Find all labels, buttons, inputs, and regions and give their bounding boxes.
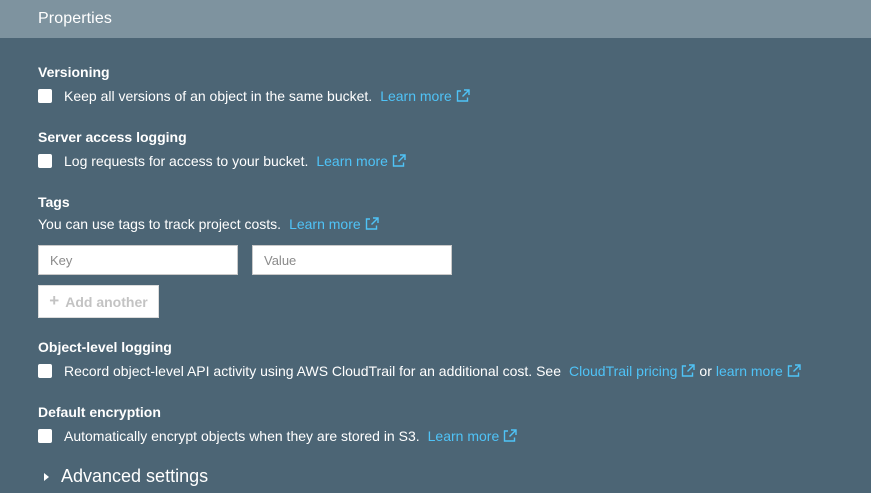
- tags-learn-more-link[interactable]: Learn more: [289, 216, 379, 232]
- server-access-logging-row: Log requests for access to your bucket. …: [38, 153, 406, 169]
- external-link-icon: [503, 429, 517, 442]
- external-link-icon: [787, 364, 801, 377]
- tag-value-input[interactable]: [252, 245, 452, 275]
- advanced-settings-toggle[interactable]: Advanced settings: [38, 466, 208, 487]
- object-level-logging-learn-more-label: learn more: [715, 363, 783, 379]
- tags-description: You can use tags to track project costs.: [38, 216, 282, 232]
- server-access-logging-title: Server access logging: [38, 129, 187, 145]
- object-level-logging-learn-more-link[interactable]: learn more: [716, 363, 801, 379]
- external-link-icon: [681, 364, 696, 377]
- versioning-learn-more-label: Learn more: [380, 88, 452, 104]
- cloudtrail-pricing-label: CloudTrail pricing: [568, 363, 678, 379]
- page-title: Properties: [38, 9, 112, 27]
- versioning-text: Keep all versions of an object in the sa…: [64, 88, 373, 104]
- plus-icon: +: [49, 290, 60, 310]
- server-access-logging-checkbox[interactable]: [38, 154, 52, 168]
- tags-learn-more-label: Learn more: [289, 216, 361, 232]
- default-encryption-checkbox[interactable]: [38, 429, 52, 443]
- tags-title: Tags: [38, 194, 70, 210]
- server-access-logging-text: Log requests for access to your bucket.: [64, 153, 309, 169]
- versioning-title: Versioning: [38, 64, 110, 80]
- default-encryption-title: Default encryption: [38, 404, 161, 420]
- object-level-logging-row: Record object-level API activity using A…: [38, 363, 801, 379]
- external-link-icon: [456, 89, 470, 102]
- tags-description-row: You can use tags to track project costs.…: [38, 216, 379, 232]
- versioning-learn-more-link[interactable]: Learn more: [380, 88, 470, 104]
- versioning-row: Keep all versions of an object in the sa…: [38, 88, 470, 104]
- advanced-settings-label: Advanced settings: [61, 466, 209, 486]
- object-level-logging-checkbox[interactable]: [38, 364, 52, 378]
- server-access-logging-learn-more-link[interactable]: Learn more: [316, 153, 406, 169]
- tag-key-input[interactable]: [38, 245, 238, 275]
- external-link-icon: [365, 217, 379, 230]
- default-encryption-learn-more-label: Learn more: [427, 428, 500, 444]
- or-text: or: [699, 363, 712, 379]
- object-level-logging-title: Object-level logging: [38, 339, 172, 355]
- default-encryption-text: Automatically encrypt objects when they …: [64, 428, 420, 444]
- default-encryption-learn-more-link[interactable]: Learn more: [428, 428, 518, 444]
- caret-right-icon: [44, 472, 49, 481]
- cloudtrail-pricing-link[interactable]: CloudTrail pricing: [568, 363, 696, 379]
- external-link-icon: [392, 154, 406, 167]
- add-another-label: Add another: [65, 293, 148, 310]
- default-encryption-row: Automatically encrypt objects when they …: [38, 428, 517, 444]
- server-access-logging-learn-more-label: Learn more: [316, 153, 388, 169]
- object-level-logging-text: Record object-level API activity using A…: [64, 363, 561, 379]
- properties-header: Properties: [0, 0, 871, 38]
- add-another-tag-button[interactable]: + Add another: [38, 285, 159, 318]
- versioning-checkbox[interactable]: [38, 89, 52, 103]
